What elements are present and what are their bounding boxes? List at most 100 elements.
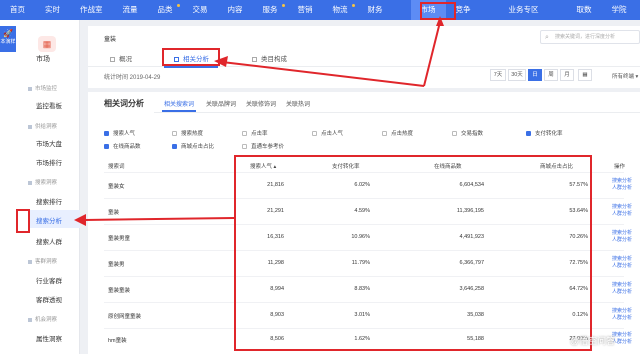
col-header-actions: 操作 <box>614 164 626 170</box>
crowd-analysis-link[interactable]: 人群分析 <box>612 237 632 244</box>
table-row-mall-ratio: 72.75% <box>569 260 588 266</box>
nav-business-zone[interactable]: 业务专区 <box>499 0 549 20</box>
tab-label: 类目构成 <box>261 56 287 63</box>
metric-checkbox-mall-click-ratio[interactable]: 商城点击占比 <box>172 142 214 150</box>
sidebar-item-attribute-insight[interactable]: 属性洞察 <box>36 333 62 343</box>
nav-realtime[interactable]: 实时 <box>35 0 70 20</box>
sidebar-item-market-overview[interactable]: 市场大盘 <box>36 138 62 148</box>
nav-marketing[interactable]: 营销 <box>288 0 323 20</box>
calendar-button[interactable]: ▦ <box>578 69 592 81</box>
nav-trade[interactable]: 交易 <box>183 0 218 20</box>
tab-icon <box>252 56 257 62</box>
sidebar-item-monitor-board[interactable]: 监控看板 <box>36 100 62 110</box>
logo-tab[interactable]: 🚀 本演样 <box>0 26 16 52</box>
metric-checkbox-conversion[interactable]: 支付转化率 <box>526 129 563 137</box>
tab-label: 相关分析 <box>183 56 209 63</box>
crowd-analysis-link[interactable]: 人群分析 <box>612 289 632 296</box>
tab-overview[interactable]: 概况 <box>110 53 132 63</box>
table-row-items: 4,491,923 <box>459 234 484 240</box>
section-icon <box>28 180 32 185</box>
col-header-search-popularity[interactable]: 搜索人气 ▴ <box>250 162 276 170</box>
metric-checkbox-search-popularity[interactable]: 搜索人气 <box>104 129 135 137</box>
section-title: 供给洞察 <box>35 124 58 130</box>
checkbox-icon <box>242 131 247 137</box>
tab-brand-words[interactable]: 关联品牌词 <box>206 99 236 108</box>
nav-competition[interactable]: 竞争 <box>446 0 481 20</box>
metric-checkbox-online-items[interactable]: 在线商品数 <box>104 142 141 150</box>
nav-warroom[interactable]: 作战室 <box>70 0 113 20</box>
nav-category[interactable]: 品类 <box>148 0 183 20</box>
metric-checkbox-ctr[interactable]: 点击率 <box>242 129 268 137</box>
row-actions: 搜索分析 人群分析 <box>612 178 632 192</box>
section-title: 相关词分析 <box>104 99 144 108</box>
table-row-popularity: 21,291 <box>267 208 284 214</box>
period-day[interactable]: 日 <box>528 69 542 81</box>
checkbox-icon <box>526 131 531 137</box>
period-week[interactable]: 周 <box>544 69 558 81</box>
nav-content[interactable]: 内容 <box>218 0 253 20</box>
table-row-popularity: 11,298 <box>267 260 284 266</box>
row-actions: 搜索分析 人群分析 <box>612 256 632 270</box>
search-analysis-link[interactable]: 搜索分析 <box>612 204 632 211</box>
table-row-items: 3,646,258 <box>459 286 484 292</box>
sidebar-section-monitor: 市场监控 <box>28 84 57 92</box>
sidebar-item-search-rank[interactable]: 搜索排行 <box>36 196 62 206</box>
table-row-popularity: 8,506 <box>270 336 284 342</box>
tab-modifier-words[interactable]: 关联修饰词 <box>246 99 276 108</box>
table-row-conversion: 4.59% <box>354 208 370 214</box>
period-30day[interactable]: 30天 <box>508 69 526 81</box>
table-row-items: 6,604,534 <box>459 182 484 188</box>
search-analysis-link[interactable]: 搜索分析 <box>612 256 632 263</box>
search-analysis-link[interactable]: 搜索分析 <box>612 230 632 237</box>
period-month[interactable]: 月 <box>560 69 574 81</box>
crowd-analysis-link[interactable]: 人群分析 <box>612 211 632 218</box>
checkbox-icon <box>452 131 457 137</box>
tab-icon <box>110 56 115 62</box>
sidebar-item-industry-crowd[interactable]: 行业客群 <box>36 275 62 285</box>
table-row-mall-ratio: 0.12% <box>572 312 588 318</box>
metric-checkbox-ztc-price[interactable]: 直通车参考价 <box>242 142 284 150</box>
checkbox-label: 商城点击占比 <box>181 144 215 150</box>
table-row-conversion: 8.83% <box>354 286 370 292</box>
col-header-mall-ratio: 商城点击占比 <box>540 164 574 170</box>
search-analysis-link[interactable]: 搜索分析 <box>612 178 632 185</box>
device-filter[interactable]: 所有终端 ▾ <box>612 72 638 80</box>
sort-icon: ▴ <box>273 164 277 170</box>
new-dot-icon <box>281 4 285 7</box>
nav-academy[interactable]: 学院 <box>602 0 637 20</box>
sidebar-item-market-rank[interactable]: 市场排行 <box>36 157 62 167</box>
nav-service[interactable]: 服务 <box>253 0 288 20</box>
tab-related-analysis[interactable]: 相关分析 <box>174 53 209 63</box>
tab-related-search-words[interactable]: 相关搜索词 <box>164 99 194 108</box>
table-row-mall-ratio: 64.72% <box>569 286 588 292</box>
table-row-conversion: 6.02% <box>354 182 370 188</box>
crowd-analysis-link[interactable]: 人群分析 <box>612 185 632 192</box>
nav-logistics[interactable]: 物流 <box>323 0 358 20</box>
tab-hot-words[interactable]: 关联热词 <box>286 99 310 108</box>
table-row-keyword: 童装童装 <box>108 288 131 294</box>
nav-market[interactable]: 市场 <box>410 0 446 20</box>
metric-checkbox-click-heat[interactable]: 点击热度 <box>382 129 413 137</box>
table-row-keyword: 童装男童 <box>108 236 131 242</box>
metric-checkbox-search-heat[interactable]: 搜索热度 <box>172 129 203 137</box>
nav-traffic[interactable]: 流量 <box>113 0 148 20</box>
metric-checkbox-trade-index[interactable]: 交易指数 <box>452 129 483 137</box>
period-7day[interactable]: 7天 <box>490 69 506 81</box>
nav-finance[interactable]: 财务 <box>358 0 393 20</box>
checkbox-icon <box>172 131 177 137</box>
sidebar-item-search-analysis[interactable]: 搜索分析 <box>28 210 80 228</box>
keyword-search-input[interactable]: ⌕ 搜索关键词，进行深度分析 <box>540 30 640 44</box>
sidebar-item-search-crowd[interactable]: 搜索人群 <box>36 236 62 246</box>
nav-data-fetch[interactable]: 取数 <box>567 0 602 20</box>
search-analysis-link[interactable]: 搜索分析 <box>612 308 632 315</box>
tab-category-composition[interactable]: 类目构成 <box>252 53 287 63</box>
checkbox-label: 点击热度 <box>391 131 414 137</box>
row-divider <box>104 328 624 329</box>
crowd-analysis-link[interactable]: 人群分析 <box>612 315 632 322</box>
nav-home[interactable]: 首页 <box>0 0 35 20</box>
search-analysis-link[interactable]: 搜索分析 <box>612 282 632 289</box>
checkbox-label: 直通车参考价 <box>251 144 285 150</box>
sidebar-item-crowd-insight[interactable]: 客群透视 <box>36 294 62 304</box>
metric-checkbox-click-popularity[interactable]: 点击人气 <box>312 129 343 137</box>
crowd-analysis-link[interactable]: 人群分析 <box>612 263 632 270</box>
